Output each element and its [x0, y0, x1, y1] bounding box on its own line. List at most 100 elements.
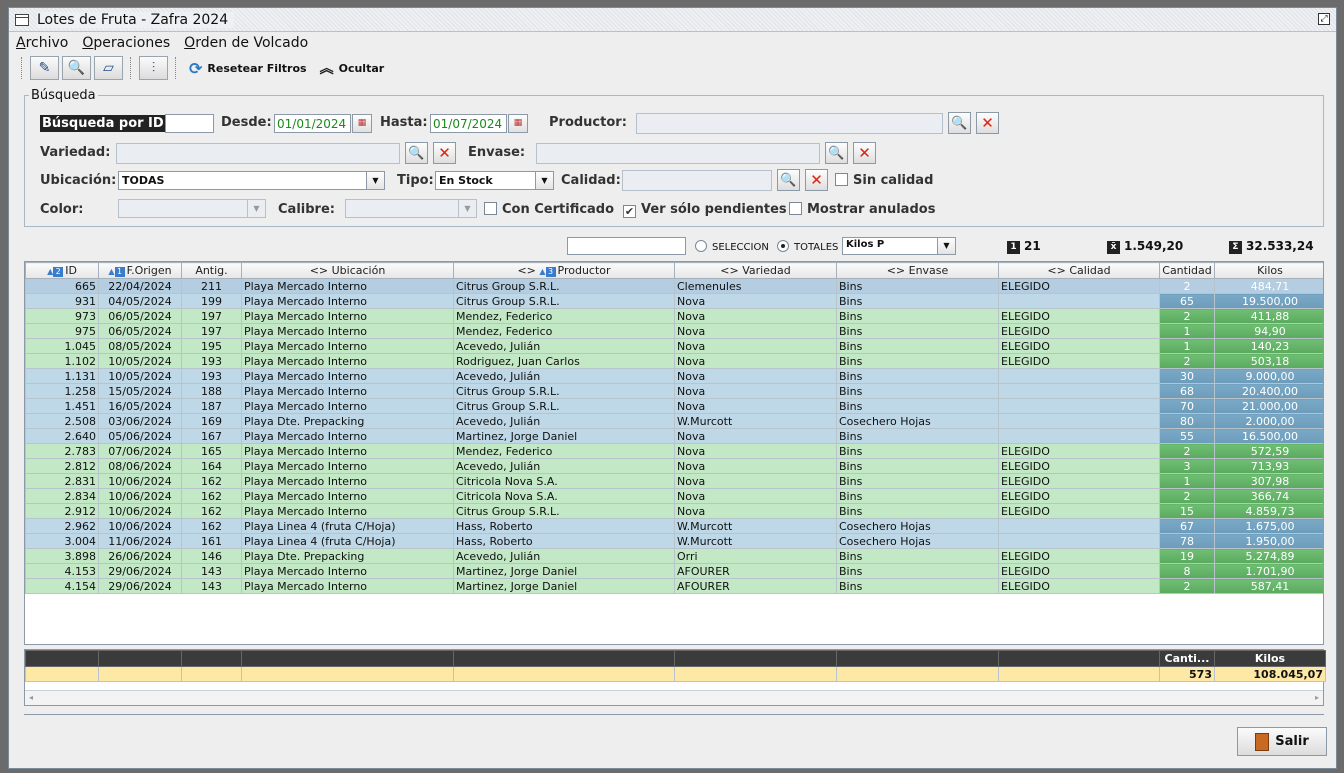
table-row[interactable]: 1.258 15/05/2024 188 Playa Mercado Interno C…: [25, 383, 1323, 399]
col-header-variedad[interactable]: <> Variedad: [674, 262, 837, 279]
lots-table[interactable]: ▲ 2 ID ▲ 1 F.Origen Antig. <> Ubicación <> ▲…: [24, 261, 1324, 645]
col-header-calidad[interactable]: <> Calidad: [998, 262, 1160, 279]
col-header-productor[interactable]: <> ▲ 3 Productor: [453, 262, 675, 279]
cell-cantidad: 2: [1159, 353, 1215, 369]
hasta-date-input[interactable]: 01/07/2024: [430, 114, 507, 133]
table-row[interactable]: 2.834 10/06/2024 162 Playa Mercado Interno C…: [25, 488, 1323, 504]
reset-filters-button[interactable]: ⟳ Resetear Filtros: [184, 56, 312, 80]
envase-input[interactable]: [536, 143, 820, 164]
table-row[interactable]: 2.640 05/06/2024 167 Playa Mercado Interno M…: [25, 428, 1323, 444]
table-row[interactable]: 1.451 16/05/2024 187 Playa Mercado Interno C…: [25, 398, 1323, 414]
envase-label: Envase:: [468, 145, 526, 160]
table-row[interactable]: 3.004 11/06/2024 161 Playa Linea 4 (fruta C…: [25, 533, 1323, 549]
table-row[interactable]: 2.962 10/06/2024 162 Playa Linea 4 (fruta C…: [25, 518, 1323, 534]
cell-cantidad: 67: [1159, 518, 1215, 534]
seleccion-radio[interactable]: SELECCION: [695, 240, 769, 253]
table-row[interactable]: 2.912 10/06/2024 162 Playa Mercado Interno C…: [25, 503, 1323, 519]
salir-button[interactable]: Salir: [1237, 727, 1327, 756]
col-header-ubicacion[interactable]: <> Ubicación: [241, 262, 454, 279]
filter-settings-button[interactable]: ⫶: [139, 56, 168, 80]
desde-date-input[interactable]: 01/01/2024: [274, 114, 351, 133]
productor-input[interactable]: [636, 113, 943, 134]
table-row[interactable]: 1.102 10/05/2024 193 Playa Mercado Interno R…: [25, 353, 1323, 369]
cell-variedad: Orri: [674, 548, 837, 564]
sin-calidad-checkbox[interactable]: Sin calidad: [835, 173, 933, 188]
summary-field-select[interactable]: Kilos P ▼: [842, 237, 956, 255]
cell-antig: 169: [181, 413, 242, 429]
hasta-calendar-button[interactable]: ▦: [508, 114, 528, 133]
table-row[interactable]: 665 22/04/2024 211 Playa Mercado Interno Cit…: [25, 278, 1323, 294]
productor-search-button[interactable]: 🔍: [948, 112, 971, 134]
menu-archivo[interactable]: Archivo: [16, 35, 68, 51]
table-row[interactable]: 2.783 07/06/2024 165 Playa Mercado Interno M…: [25, 443, 1323, 459]
envase-clear-button[interactable]: ✕: [853, 142, 876, 164]
table-row[interactable]: 2.812 08/06/2024 164 Playa Mercado Interno A…: [25, 458, 1323, 474]
col-header-cantidad[interactable]: Cantidad: [1159, 262, 1215, 279]
ver-pendientes-checkbox[interactable]: ✔ Ver sólo pendientes: [623, 202, 787, 218]
cell-antig: 167: [181, 428, 242, 444]
cell-kilos: 2.000,00: [1214, 413, 1323, 429]
cell-variedad: Nova: [674, 323, 837, 339]
cell-ubicacion: Playa Mercado Interno: [241, 578, 454, 594]
scroll-right-icon[interactable]: ▸: [1315, 693, 1319, 702]
maximize-icon[interactable]: ⤢: [1318, 13, 1330, 25]
quick-filter-input[interactable]: [567, 237, 686, 255]
table-row[interactable]: 931 04/05/2024 199 Playa Mercado Interno Cit…: [25, 293, 1323, 309]
calidad-search-button[interactable]: 🔍: [777, 169, 800, 191]
col-header-antig[interactable]: Antig.: [181, 262, 242, 279]
cell-ubicacion: Playa Mercado Interno: [241, 503, 454, 519]
table-row[interactable]: 2.831 10/06/2024 162 Playa Mercado Interno C…: [25, 473, 1323, 489]
cell-forigen: 29/06/2024: [98, 578, 182, 594]
chevron-down-icon: ▼: [366, 172, 384, 189]
cell-variedad: AFOURER: [674, 563, 837, 579]
menu-operaciones[interactable]: Operaciones: [82, 35, 170, 51]
cell-forigen: 08/06/2024: [98, 458, 182, 474]
variedad-search-button[interactable]: 🔍: [405, 142, 428, 164]
table-row[interactable]: 2.508 03/06/2024 169 Playa Dte. Prepacking A…: [25, 413, 1323, 429]
envase-search-button[interactable]: 🔍: [825, 142, 848, 164]
toolbar-separator: [175, 57, 177, 79]
cell-envase: Bins: [836, 458, 999, 474]
con-certificado-checkbox[interactable]: Con Certificado: [484, 202, 614, 217]
cell-id: 2.508: [25, 413, 99, 429]
table-row[interactable]: 1.045 08/05/2024 195 Playa Mercado Interno A…: [25, 338, 1323, 354]
scroll-left-icon[interactable]: ◂: [29, 693, 33, 702]
hide-button[interactable]: ︽ Ocultar: [315, 56, 390, 80]
search-id-input[interactable]: [165, 114, 214, 133]
menu-orden-volcado[interactable]: Orden de Volcado: [184, 35, 308, 51]
table-row[interactable]: 4.153 29/06/2024 143 Playa Mercado Interno M…: [25, 563, 1323, 579]
search-button[interactable]: 🔍: [62, 56, 91, 80]
table-row[interactable]: 1.131 10/05/2024 193 Playa Mercado Interno A…: [25, 368, 1323, 384]
table-row[interactable]: 4.154 29/06/2024 143 Playa Mercado Interno M…: [25, 578, 1323, 594]
erase-button[interactable]: ▱: [94, 56, 123, 80]
variedad-clear-button[interactable]: ✕: [433, 142, 456, 164]
variedad-input[interactable]: [116, 143, 400, 164]
ubicacion-select[interactable]: TODAS ▼: [118, 171, 385, 190]
horizontal-scrollbar[interactable]: ◂ ▸: [25, 690, 1323, 705]
calibre-select[interactable]: ▼: [345, 199, 477, 218]
col-header-kilos[interactable]: Kilos: [1214, 262, 1323, 279]
cell-antig: 193: [181, 368, 242, 384]
totales-radio[interactable]: TOTALES: [777, 240, 838, 253]
mostrar-anulados-checkbox[interactable]: Mostrar anulados: [789, 202, 935, 217]
color-select[interactable]: ▼: [118, 199, 266, 218]
average-icon: x̄: [1107, 241, 1120, 254]
desde-calendar-button[interactable]: ▦: [352, 114, 372, 133]
cell-ubicacion: Playa Dte. Prepacking: [241, 413, 454, 429]
cell-productor: Acevedo, Julián: [453, 458, 675, 474]
calidad-clear-button[interactable]: ✕: [805, 169, 828, 191]
col-header-envase[interactable]: <> Envase: [836, 262, 999, 279]
cell-calidad: ELEGIDO: [998, 443, 1160, 459]
col-header-forigen[interactable]: ▲ 1 F.Origen: [98, 262, 182, 279]
table-row[interactable]: 973 06/05/2024 197 Playa Mercado Interno Men…: [25, 308, 1323, 324]
tipo-select[interactable]: En Stock ▼: [435, 171, 554, 190]
chevron-down-icon: ▼: [247, 200, 265, 217]
cell-kilos: 20.400,00: [1214, 383, 1323, 399]
edit-button[interactable]: ✎: [30, 56, 59, 80]
cell-antig: 162: [181, 473, 242, 489]
table-row[interactable]: 3.898 26/06/2024 146 Playa Dte. Prepacking A…: [25, 548, 1323, 564]
table-row[interactable]: 975 06/05/2024 197 Playa Mercado Interno Men…: [25, 323, 1323, 339]
col-header-id[interactable]: ▲ 2 ID: [25, 262, 99, 279]
calidad-input[interactable]: [622, 170, 772, 191]
productor-clear-button[interactable]: ✕: [976, 112, 999, 134]
